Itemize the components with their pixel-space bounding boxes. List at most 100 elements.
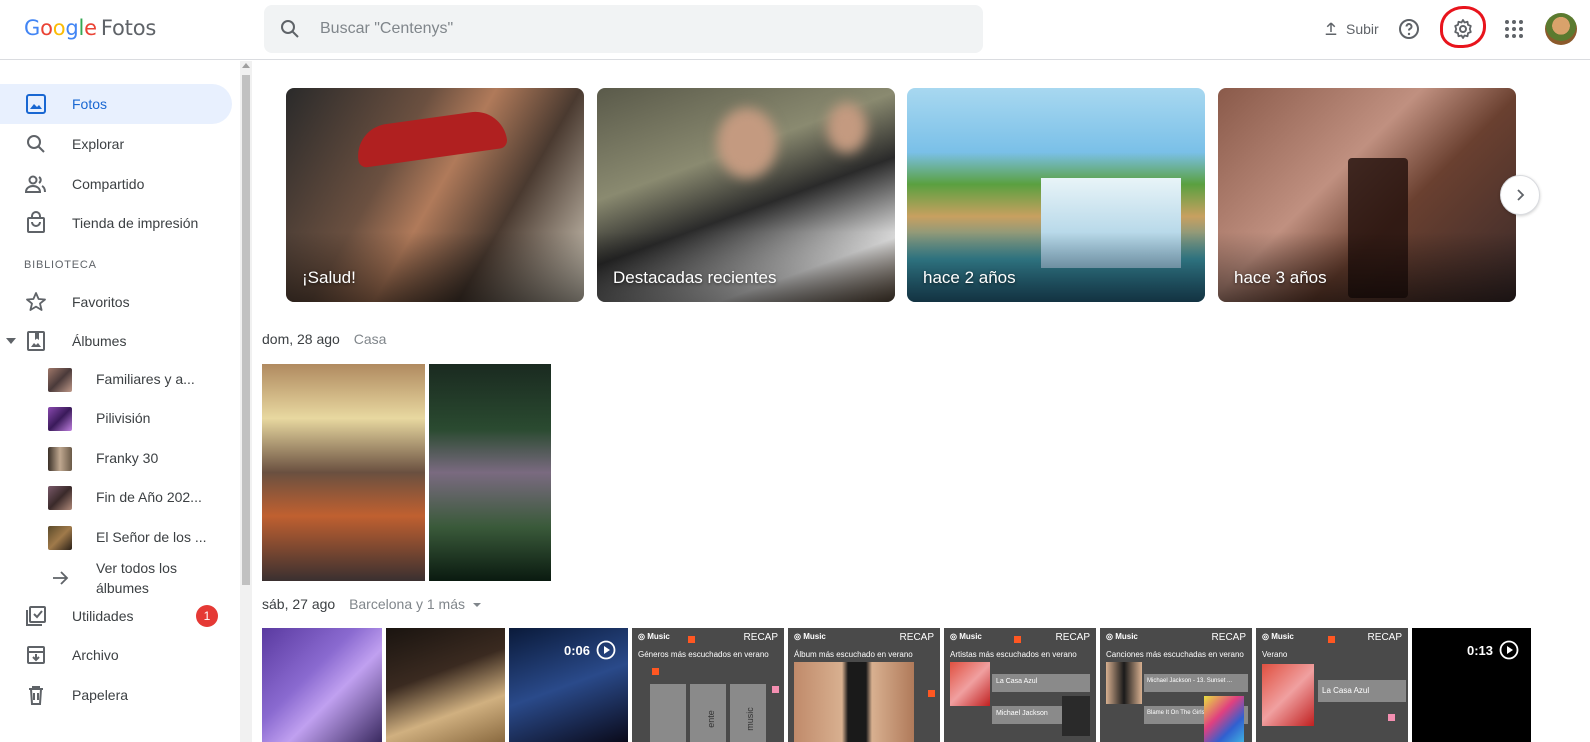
artist-image (950, 662, 990, 706)
memory-card[interactable]: hace 2 años (907, 88, 1205, 302)
recap-brand-label: Music (1271, 632, 1294, 641)
recap-thumbnail[interactable]: ◎ Music RECAP Géneros más escuchados en … (632, 628, 784, 742)
album-item[interactable]: El Señor de los ... (48, 517, 232, 557)
recap-row-label: La Casa Azul (1322, 686, 1370, 695)
album-cover-image (794, 662, 914, 742)
see-all-line-1: Ver todos los (96, 560, 177, 576)
album-cover-image (1204, 696, 1244, 742)
sidebar-item-label: Tienda de impresión (72, 215, 199, 231)
album-thumbnail (48, 368, 72, 392)
google-photos-logo[interactable]: Google Fotos (24, 16, 156, 40)
group-location[interactable]: Casa (354, 331, 387, 347)
artist-image (1062, 696, 1090, 736)
date-group-header: sáb, 27 ago Barcelona y 1 más (262, 596, 481, 612)
sidebar-item-archivo[interactable]: Archivo (0, 635, 232, 675)
photo-thumbnail[interactable] (386, 628, 505, 742)
apps-grid-icon (1505, 20, 1523, 38)
photo-icon (26, 94, 46, 114)
photo-thumbnail[interactable] (262, 364, 425, 581)
album-icon (27, 331, 45, 351)
artist-image (1262, 664, 1314, 726)
album-item[interactable]: Franky 30 (48, 438, 232, 478)
sidebar-item-albumes[interactable]: Álbumes (0, 321, 232, 361)
search-bar[interactable] (264, 5, 983, 53)
sidebar-item-explorar[interactable]: Explorar (0, 124, 232, 164)
memory-card[interactable]: ¡Salud! (286, 88, 584, 302)
sidebar-item-label: Explorar (72, 136, 125, 152)
search-icon[interactable] (278, 17, 302, 41)
memory-shade (286, 232, 584, 302)
recap-decoration (772, 686, 779, 693)
logo-product-name: Fotos (100, 16, 157, 40)
caret-down-icon[interactable] (472, 602, 481, 608)
chevron-right-icon (1517, 189, 1525, 201)
recap-thumbnail[interactable]: ◎ Music RECAP Verano La Casa Azul (1256, 628, 1408, 742)
sidebar-item-compartido[interactable]: Compartido (0, 164, 232, 204)
video-thumbnail[interactable]: 0:06 (509, 628, 628, 742)
upload-label: Subir (1346, 21, 1379, 37)
sidebar-item-utilidades[interactable]: Utilidades 1 (0, 596, 232, 636)
memory-label: hace 2 años (923, 268, 1016, 287)
group-date[interactable]: sáb, 27 ago (262, 596, 335, 612)
caret-down-icon[interactable] (6, 337, 16, 345)
memory-photo-detail (827, 103, 867, 153)
memory-card[interactable]: Destacadas recientes (597, 88, 895, 302)
video-duration: 0:06 (564, 640, 616, 660)
see-all-line-2: álbumes (96, 580, 149, 596)
recap-thumbnail[interactable]: ◎ Music RECAP Canciones más escuchadas e… (1100, 628, 1252, 742)
album-label: Fin de Año 202... (96, 489, 202, 505)
sidebar-item-papelera[interactable]: Papelera (0, 675, 232, 715)
group-date[interactable]: dom, 28 ago (262, 331, 340, 347)
video-thumbnail[interactable]: 0:13 (1412, 628, 1531, 742)
see-all-albums-link[interactable]: Ver todos los álbumes (48, 556, 232, 600)
search-input[interactable] (320, 5, 960, 53)
sidebar: Fotos Explorar Compartido Tienda de impr… (0, 61, 240, 742)
sidebar-item-tienda[interactable]: Tienda de impresión (0, 203, 232, 243)
notification-badge: 1 (196, 605, 218, 627)
recap-decoration (1014, 636, 1021, 643)
memory-label: ¡Salud! (302, 268, 356, 287)
recap-brand-label: Music (1115, 632, 1138, 641)
album-thumbnail (48, 526, 72, 550)
recap-row: Michael Jackson - 13. Sunset ... (1144, 674, 1248, 692)
settings-button[interactable] (1449, 15, 1477, 43)
upload-button[interactable]: Subir (1322, 16, 1379, 42)
album-thumbnail (48, 486, 72, 510)
help-button[interactable] (1395, 15, 1423, 43)
memory-label: Destacadas recientes (613, 268, 777, 287)
photo-thumbnail[interactable] (429, 364, 551, 581)
memory-card[interactable]: hace 3 años (1218, 88, 1516, 302)
memory-photo-detail (717, 108, 777, 178)
recap-bar: music (730, 684, 766, 742)
recap-decoration (652, 668, 659, 675)
album-item[interactable]: Familiares y a... (48, 359, 232, 399)
trash-icon (29, 686, 43, 705)
logo-google-wordmark: Google (24, 16, 97, 40)
sidebar-item-fotos[interactable]: Fotos (0, 84, 232, 124)
album-item[interactable]: Fin de Año 202... (48, 477, 232, 517)
see-all-albums-label: Ver todos los álbumes (96, 558, 177, 598)
recap-bar (650, 684, 686, 742)
recap-thumbnail[interactable]: ◎ Music RECAP Álbum más escuchado en ver… (788, 628, 940, 742)
recap-decoration (688, 636, 695, 643)
memory-label: hace 3 años (1234, 268, 1327, 287)
scroll-up-arrow[interactable] (242, 63, 250, 68)
recap-row-label: Michael Jackson (996, 710, 1048, 717)
sidebar-item-label: Compartido (72, 176, 145, 192)
recap-brand-label: Music (803, 632, 826, 641)
recap-thumbnail[interactable]: ◎ Music RECAP Artistas más escuchados en… (944, 628, 1096, 742)
apps-button[interactable] (1500, 15, 1528, 43)
album-item[interactable]: Pilivisión (48, 398, 232, 438)
library-heading: BIBLIOTECA (24, 259, 97, 271)
video-duration: 0:13 (1467, 640, 1519, 660)
sidebar-scrollbar[interactable] (240, 61, 252, 742)
account-avatar[interactable] (1545, 13, 1577, 45)
scrollbar-thumb[interactable] (242, 75, 250, 585)
recap-brand: ◎ Music (1262, 632, 1294, 641)
group-location[interactable]: Barcelona y 1 más (349, 596, 465, 612)
recap-brand-label: Music (647, 632, 670, 641)
recap-tag: RECAP (1211, 632, 1246, 643)
sidebar-item-favoritos[interactable]: Favoritos (0, 282, 232, 322)
memories-next-button[interactable] (1500, 175, 1540, 215)
photo-thumbnail[interactable] (262, 628, 382, 742)
